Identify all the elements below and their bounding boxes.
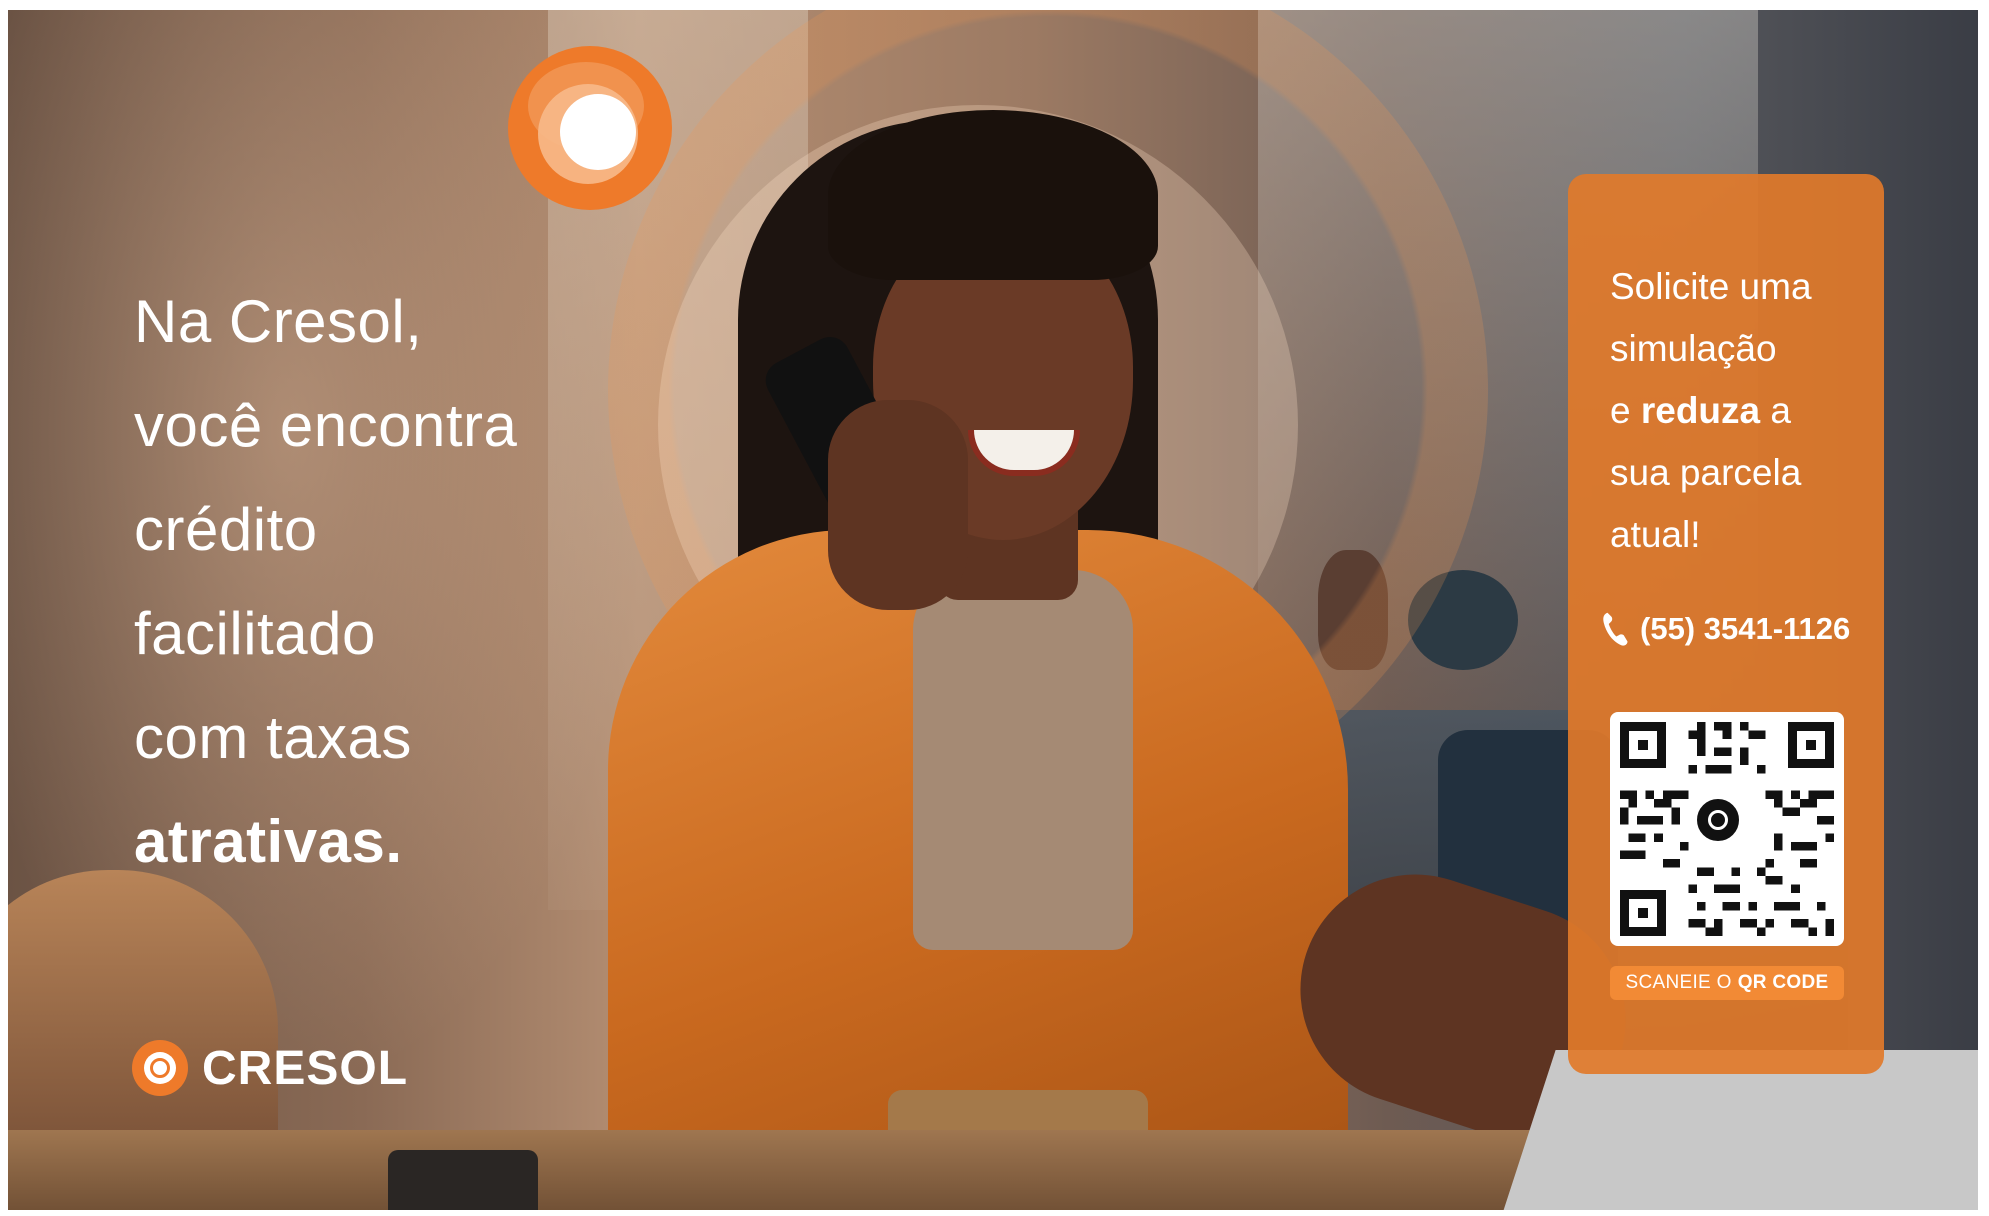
cta-line-1: Solicite uma (1610, 266, 1812, 307)
cta-line-5: atual! (1610, 514, 1701, 555)
scan-qr-label: SCANEIE O QR CODE (1610, 966, 1844, 1000)
laptop (1500, 1050, 1978, 1210)
person-hair-top (828, 110, 1158, 280)
brand-name: CRESOL (202, 1041, 409, 1095)
headline-line-4: facilitado (134, 600, 376, 667)
qr-finder (1788, 722, 1834, 768)
mug (388, 1150, 538, 1210)
cta-line-3-bold: reduza (1640, 390, 1761, 431)
phone-icon (1603, 612, 1628, 646)
cta-line-3-pre: e (1610, 390, 1641, 431)
scan-label-bold: QR CODE (1737, 972, 1829, 993)
brand-logo: CRESOL (132, 1040, 408, 1096)
scan-label-pre: SCANEIE O (1625, 972, 1732, 993)
cta-text: Solicite uma simulação e reduza a sua pa… (1610, 256, 1870, 566)
cta-line-3-post: a (1760, 390, 1791, 431)
headline-line-2: você encontra (134, 392, 518, 459)
phone-contact[interactable]: (55) 3541-1126 (1600, 610, 1850, 648)
headline-line-3: crédito (134, 496, 318, 563)
person-hand (828, 400, 968, 610)
headline-line-6: atrativas. (134, 808, 403, 875)
phone-number: (55) 3541-1126 (1640, 611, 1851, 646)
qr-finder (1620, 722, 1666, 768)
qr-finder (1620, 890, 1666, 936)
cta-line-3: e reduza a (1610, 380, 1870, 442)
cresol-logo-icon (132, 1040, 188, 1096)
cta-line-2: simulação (1610, 328, 1777, 369)
person-top (913, 570, 1133, 950)
headline-line-1: Na Cresol, (134, 288, 423, 355)
cta-line-4: sua parcela (1610, 452, 1802, 493)
qr-code-icon[interactable] (1610, 712, 1844, 946)
headline: Na Cresol, você encontra crédito facilit… (134, 270, 694, 894)
qr-logo-icon (1692, 794, 1744, 846)
headline-line-5: com taxas (134, 704, 412, 771)
